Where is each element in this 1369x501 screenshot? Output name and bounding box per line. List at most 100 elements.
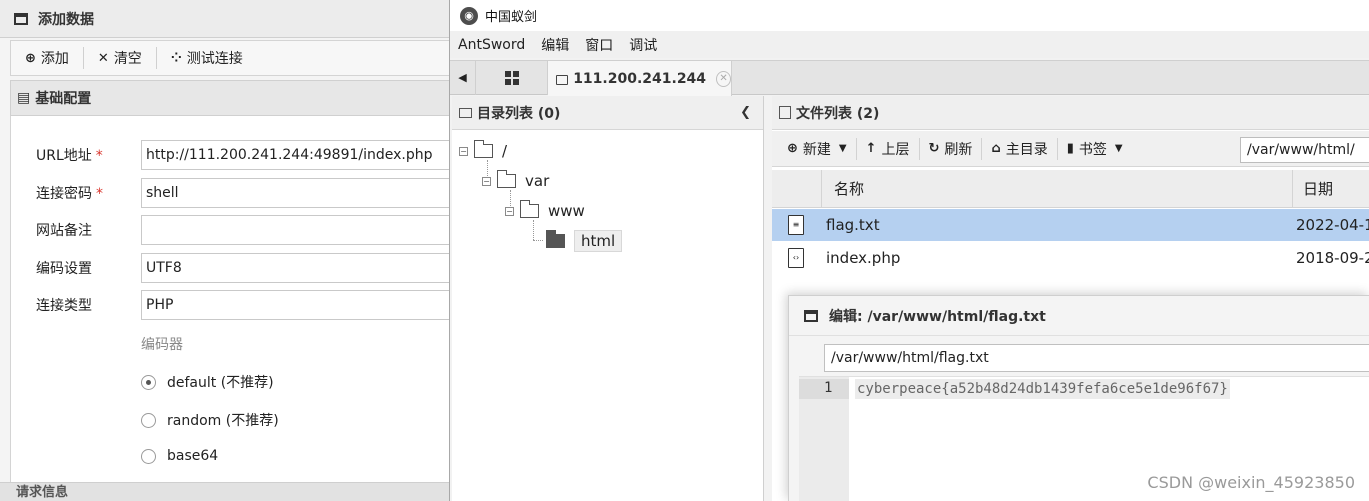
menu-item-antsword[interactable]: AntSword [458,37,525,53]
radio-checked-icon[interactable] [141,374,156,390]
encoder-radio-random[interactable]: random (不推荐) [141,410,279,430]
date-column-header[interactable]: 日期 [1292,170,1369,208]
encoder-radio-base64[interactable]: base64 [141,448,218,464]
editor-titlebar: 编辑: /var/www/html/flag.txt [789,296,1369,336]
tab-label: 111.200.241.244 [573,70,707,87]
radio-icon[interactable] [141,448,156,464]
chevron-down-icon: ▼ [838,143,847,154]
home-directory-label: 主目录 [1005,141,1048,158]
folder-open-icon [545,230,565,248]
password-row: 连接密码 * shell [11,178,453,208]
directory-panel-header: 目录列表 (0) ❮ [452,96,763,130]
spinner-icon: ⁘ [170,50,182,66]
tree-node-html[interactable]: html [545,230,623,252]
type-select[interactable]: PHP [141,290,453,320]
file-date: 2022-04-1 [1296,216,1369,234]
watermark: CSDN @weixin_45923850 [1147,473,1355,492]
menu-bar: AntSword 编辑 窗口 调试 [450,31,1369,58]
up-level-label: 上层 [881,141,910,158]
tab-scroll-left-icon[interactable]: ◀ [450,61,476,95]
type-label: 连接类型 [36,298,92,314]
encoding-select[interactable]: UTF8 [141,253,453,283]
home-directory-button[interactable]: ⌂ 主目录 [982,131,1056,166]
test-connection-button[interactable]: ⁘ 测试连接 [157,41,257,75]
antsword-titlebar: ◉ 中国蚁剑 [450,0,1369,31]
basic-config-section[interactable]: ▤ 基础配置 [10,80,452,116]
url-input[interactable]: http://111.200.241.244:49891/index.php [141,140,453,170]
tree-node-label: / [502,142,508,160]
add-data-dialog: 添加数据 ⊕ 添加 ✕ 清空 ⁘ 测试连接 ▤ 基础配置 URL地址 * http… [0,0,453,501]
tree-node-www[interactable]: − www [505,200,585,220]
line-number: 1 [799,379,849,399]
path-input[interactable]: /var/www/html/ [1240,137,1369,163]
antsword-logo-icon: ◉ [460,6,478,25]
refresh-button[interactable]: ↻ 刷新 [920,131,982,166]
file-date: 2018-09-2 [1296,249,1369,267]
type-row: 连接类型 PHP [11,290,453,320]
folder-icon [459,107,472,118]
line-gutter: 1 [799,377,849,501]
encoder-label: random (不推荐) [167,413,279,429]
window-icon [804,309,818,322]
plus-circle-icon: ⊕ [25,50,36,66]
request-info-label: 请求信息 [16,485,69,500]
encoder-label: default (不推荐) [167,375,274,391]
tree-node-label: www [548,202,585,220]
file-row[interactable]: ‹› index.php 2018-09-2 [772,242,1369,274]
refresh-label: 刷新 [944,141,973,158]
directory-panel: 目录列表 (0) ❮ − / − var − www html [452,96,764,501]
menu-item-debug[interactable]: 调试 [629,35,657,55]
collapse-panel-icon[interactable]: ❮ [740,105,751,120]
editor-path-input[interactable]: /var/www/html/flag.txt [824,344,1369,372]
config-form: URL地址 * http://111.200.241.244:49891/inde… [10,116,453,482]
tree-collapse-icon[interactable]: − [459,146,468,156]
basic-config-label: 基础配置 [35,91,92,107]
radio-icon[interactable] [141,412,156,428]
tree-guide [533,240,543,241]
file-name: index.php [826,249,901,267]
tree-collapse-icon[interactable]: − [482,176,491,186]
request-info-section[interactable]: 请求信息 [0,482,452,501]
clear-button-label: 清空 [113,51,142,67]
bookmark-button[interactable]: ▮ 书签 ▼ [1058,131,1132,166]
encoder-radio-default[interactable]: default (不推荐) [141,372,274,392]
file-panel-title: 文件列表 (2) [796,105,880,122]
tab-close-icon[interactable]: ✕ [716,70,731,87]
file-icon [779,106,791,119]
menu-item-edit[interactable]: 编辑 [541,35,569,55]
tab-shell-session[interactable]: 111.200.241.244 ✕ [548,61,732,96]
note-label: 网站备注 [36,223,92,239]
file-name: flag.txt [826,216,880,234]
editor-title: 编辑: /var/www/html/flag.txt [829,308,1046,325]
add-button[interactable]: ⊕ 添加 [11,41,83,75]
code-line[interactable]: cyberpeace{a52b48d24db1439fefa6ce5e1de96… [855,379,1230,399]
note-input[interactable] [141,215,453,245]
document-icon: ▤ [17,90,31,106]
tree-node-var[interactable]: − var [482,170,549,190]
text-file-icon: ≡ [788,215,804,235]
file-panel-header: 文件列表 (2) [772,96,1369,130]
encoder-title: 编码器 [141,337,183,353]
password-label: 连接密码 * [36,186,103,202]
dialog-toolbar: ⊕ 添加 ✕ 清空 ⁘ 测试连接 [10,40,452,76]
folder-icon [496,170,516,188]
up-level-button[interactable]: ↑ 上层 [857,131,919,166]
encoding-label: 编码设置 [36,261,92,277]
menu-item-window[interactable]: 窗口 [585,35,613,55]
name-column-header[interactable]: 名称 [834,170,864,208]
new-button[interactable]: ⊕ 新建 ▼ [778,131,856,166]
directory-panel-title: 目录列表 (0) [477,105,561,122]
tree-collapse-icon[interactable]: − [505,206,514,216]
file-table-header: 名称 日期 [772,170,1369,208]
file-row[interactable]: ≡ flag.txt 2022-04-1 [772,209,1369,241]
file-toolbar: ⊕ 新建 ▼ ↑ 上层 ↻ 刷新 ⌂ 主目录 ▮ 书签 ▼ /var/www/h… [772,131,1369,167]
tab-home[interactable] [476,61,548,95]
close-icon: ✕ [97,50,109,66]
tree-node-root[interactable]: − / [459,140,508,160]
url-row: URL地址 * http://111.200.241.244:49891/inde… [11,140,453,170]
password-input[interactable]: shell [141,178,453,208]
tree-guide [533,220,534,240]
add-button-label: 添加 [40,51,69,67]
clear-button[interactable]: ✕ 清空 [84,41,156,75]
url-label: URL地址 * [36,148,103,164]
